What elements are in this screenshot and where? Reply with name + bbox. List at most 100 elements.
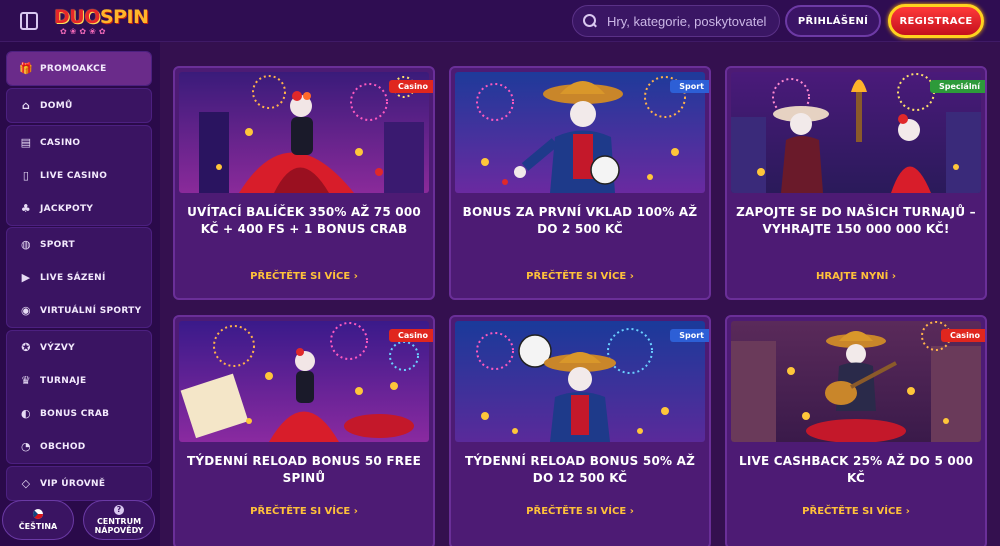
promo-card[interactable]: Speciální ZAPOJTE SE DO NAŠICH TURNAJŮ –… [725, 66, 987, 300]
promo-link[interactable]: PŘEČTĚTE SI VÍCE › [175, 506, 433, 517]
sidebar-item-label: LIVE CASINO [40, 170, 108, 181]
logo-duo: DUO [54, 6, 100, 28]
play-icon: ▶ [21, 271, 31, 284]
promo-card[interactable]: Sport TÝDENNÍ RELOAD BONUS 50% AŽ DO 12 … [449, 315, 711, 546]
chevron-right-icon: › [353, 506, 358, 517]
category-badge: Sport [670, 80, 709, 93]
promo-title: TÝDENNÍ RELOAD BONUS 50 FREE SPINŮ [187, 454, 421, 485]
chevron-right-icon: › [629, 271, 634, 282]
chevron-right-icon: › [891, 271, 896, 282]
promo-link[interactable]: PŘEČTĚTE SI VÍCE › [451, 506, 709, 517]
promo-link-label: PŘEČTĚTE SI VÍCE [250, 506, 351, 517]
login-button[interactable]: PŘIHLÁŠENÍ [785, 5, 881, 37]
sidebar-item-label: PROMOAKCE [40, 63, 107, 74]
sidebar-item-label: DOMŮ [40, 100, 73, 111]
sidebar-item-sport[interactable]: ◍ SPORT [7, 228, 151, 261]
help-label-line1: CENTRUM [96, 517, 142, 526]
nav-group-home: ⌂ DOMŮ [6, 88, 152, 123]
sidebar-item-label: OBCHOD [40, 441, 86, 452]
sidebar-item-live-betting[interactable]: ▶ LIVE SÁZENÍ [7, 261, 151, 294]
search-icon [583, 14, 597, 28]
sidebar: 🎁 PROMOAKCE ⌂ DOMŮ ▤ CASINO ▯ LIVE CASIN… [0, 42, 160, 546]
sidebar-toggle-icon[interactable] [20, 12, 38, 30]
promo-title: UVÍTACÍ BALÍČEK 350% AŽ 75 000 KČ + 400 … [187, 205, 421, 236]
category-badge: Casino [389, 80, 433, 93]
nav-group-promotions: 🎁 PROMOAKCE [6, 51, 152, 86]
language-label: ČEŠTINA [18, 522, 58, 531]
sidebar-footer: ČEŠTINA ? CENTRUM NÁPOVĚDY [0, 496, 160, 546]
promo-title: TÝDENNÍ RELOAD BONUS 50% AŽ DO 12 500 KČ [465, 454, 695, 485]
home-icon: ⌂ [21, 99, 31, 112]
promo-link-label: PŘEČTĚTE SI VÍCE [250, 271, 351, 282]
sidebar-item-label: LIVE SÁZENÍ [40, 272, 106, 283]
promo-card[interactable]: Casino LIVE CASHBACK 25% AŽ DO 5 000 KČ … [725, 315, 987, 546]
promo-card[interactable]: Sport BONUS ZA PRVNÍ VKLAD 100% AŽ DO 2 … [449, 66, 711, 300]
promo-title: ZAPOJTE SE DO NAŠICH TURNAJŮ – VYHRAJTE … [736, 205, 976, 236]
top-bar: DUOSPIN ✿❀✿❀✿ PŘIHLÁŠENÍ REGISTRACE [0, 0, 1000, 42]
sidebar-item-jackpots[interactable]: ♣ JACKPOTY [7, 192, 151, 225]
chevron-right-icon: › [353, 271, 358, 282]
category-badge: Speciální [930, 80, 985, 93]
promo-image-footballer [455, 72, 705, 193]
promo-link[interactable]: PŘEČTĚTE SI VÍCE › [727, 506, 985, 517]
sidebar-item-label: VÝZVY [40, 342, 75, 353]
language-button[interactable]: ČEŠTINA [2, 500, 74, 540]
sidebar-item-label: JACKPOTY [40, 203, 94, 214]
help-center-button[interactable]: ? CENTRUM NÁPOVĚDY [83, 500, 155, 540]
vr-icon: ◉ [21, 304, 31, 317]
czech-flag-icon [33, 509, 43, 519]
promo-card[interactable]: Casino TÝDENNÍ RELOAD BONUS 50 FREE SPIN… [173, 315, 435, 546]
help-label-line2: NÁPOVĚDY [94, 526, 144, 535]
sidebar-item-tournaments[interactable]: ♛ TURNAJE [7, 364, 151, 397]
promo-link-label: PŘEČTĚTE SI VÍCE [526, 271, 627, 282]
medal-icon: ✪ [21, 341, 31, 354]
sidebar-item-challenges[interactable]: ✪ VÝZVY [7, 331, 151, 364]
promo-link-label: PŘEČTĚTE SI VÍCE [526, 506, 627, 517]
promo-card[interactable]: Casino UVÍTACÍ BALÍČEK 350% AŽ 75 000 KČ… [173, 66, 435, 300]
category-badge: Sport [670, 329, 709, 342]
promo-link[interactable]: PŘEČTĚTE SI VÍCE › [451, 271, 709, 282]
chevron-right-icon: › [905, 506, 910, 517]
search-box[interactable] [572, 5, 780, 37]
sidebar-item-live-casino[interactable]: ▯ LIVE CASINO [7, 159, 151, 192]
promo-link-label: PŘEČTĚTE SI VÍCE [802, 506, 903, 517]
help-icon: ? [114, 505, 124, 515]
sidebar-item-label: VIP ÚROVNĚ [40, 478, 106, 489]
category-badge: Casino [941, 329, 985, 342]
logo-spin: SPIN [99, 6, 149, 28]
slot-machine-icon: ▤ [20, 136, 32, 149]
sidebar-item-label: VIRTUÁLNÍ SPORTY [40, 305, 142, 316]
promo-title: BONUS ZA PRVNÍ VKLAD 100% AŽ DO 2 500 KČ [462, 205, 698, 236]
promo-link[interactable]: PŘEČTĚTE SI VÍCE › [175, 271, 433, 282]
sidebar-item-home[interactable]: ⌂ DOMŮ [7, 89, 151, 122]
sidebar-item-promotions[interactable]: 🎁 PROMOAKCE [7, 52, 151, 85]
nav-group-extras: ✪ VÝZVY ♛ TURNAJE ◐ BONUS CRAB ◔ OBCHOD [6, 330, 152, 464]
diamond-icon: ◇ [21, 477, 31, 490]
logo-ornament: ✿❀✿❀✿ [60, 27, 109, 36]
sidebar-item-casino[interactable]: ▤ CASINO [7, 126, 151, 159]
cards-icon: ▯ [22, 169, 30, 182]
register-button[interactable]: REGISTRACE [888, 4, 984, 38]
ball-icon: ◍ [21, 238, 31, 251]
search-input[interactable] [607, 13, 767, 29]
crab-icon: ◐ [21, 407, 31, 420]
sidebar-item-label: TURNAJE [40, 375, 87, 386]
sidebar-item-label: SPORT [40, 239, 75, 250]
promotions-grid: Casino UVÍTACÍ BALÍČEK 350% AŽ 75 000 KČ… [160, 42, 1000, 546]
nav-group-sport: ◍ SPORT ▶ LIVE SÁZENÍ ◉ VIRTUÁLNÍ SPORTY [6, 227, 152, 328]
promo-link[interactable]: HRAJTE NYNÍ › [727, 271, 985, 282]
sidebar-item-virtual-sports[interactable]: ◉ VIRTUÁLNÍ SPORTY [7, 294, 151, 327]
promo-link-label: HRAJTE NYNÍ [816, 271, 889, 282]
category-badge: Casino [389, 329, 433, 342]
sidebar-item-shop[interactable]: ◔ OBCHOD [7, 430, 151, 463]
nav-group-casino: ▤ CASINO ▯ LIVE CASINO ♣ JACKPOTY [6, 125, 152, 226]
chevron-right-icon: › [629, 506, 634, 517]
promo-image-footballer-ball [455, 321, 705, 442]
sidebar-item-label: BONUS CRAB [40, 408, 110, 419]
sidebar-item-label: CASINO [40, 137, 81, 148]
logo[interactable]: DUOSPIN [54, 6, 149, 28]
gift-icon: 🎁 [19, 62, 33, 75]
clover-icon: ♣ [20, 202, 32, 215]
sidebar-item-bonus-crab[interactable]: ◐ BONUS CRAB [7, 397, 151, 430]
promo-title: LIVE CASHBACK 25% AŽ DO 5 000 KČ [738, 454, 974, 485]
